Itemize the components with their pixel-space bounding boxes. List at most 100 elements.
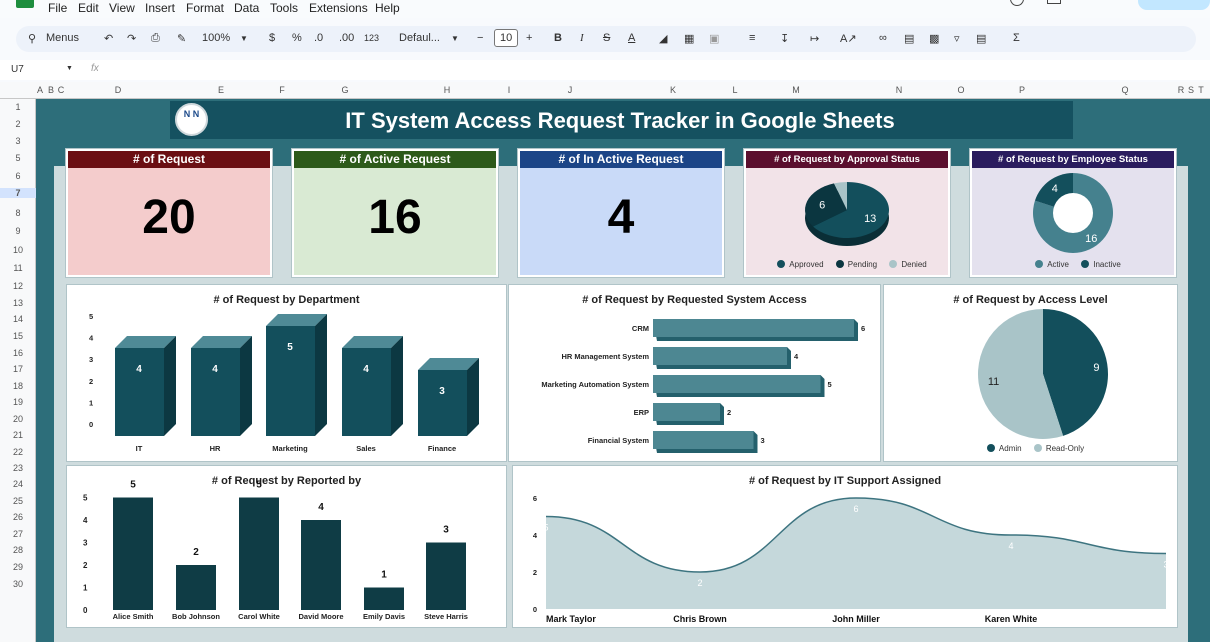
row-number[interactable]: 28 xyxy=(0,545,36,555)
insert-link-icon[interactable]: ∞ xyxy=(879,32,887,44)
horizontal-align-icon[interactable]: ≡ xyxy=(749,32,755,44)
cell-reference[interactable]: U7 xyxy=(11,64,24,75)
column-s[interactable]: S xyxy=(1188,85,1194,95)
menu-edit[interactable]: Edit xyxy=(78,1,99,15)
row-number[interactable]: 15 xyxy=(0,331,36,341)
text-color-icon[interactable]: A xyxy=(628,32,635,44)
menu-tools[interactable]: Tools xyxy=(270,1,298,15)
redo-icon[interactable]: ↷ xyxy=(127,32,136,45)
menu-data[interactable]: Data xyxy=(234,1,259,15)
row-number[interactable]: 27 xyxy=(0,529,36,539)
borders-icon[interactable]: ▦ xyxy=(684,32,694,45)
italic-icon[interactable]: I xyxy=(580,32,584,44)
column-d[interactable]: D xyxy=(115,85,122,95)
increase-font-size-button[interactable]: + xyxy=(526,32,532,44)
column-b[interactable]: B xyxy=(48,85,54,95)
column-m[interactable]: M xyxy=(792,85,800,95)
insert-comment-icon[interactable]: ▤ xyxy=(904,32,914,45)
decrease-decimal-button[interactable]: .0 xyxy=(314,32,323,44)
row-number[interactable]: 26 xyxy=(0,512,36,522)
row-number[interactable]: 7 xyxy=(0,188,36,198)
paint-format-icon[interactable]: ✎ xyxy=(177,32,186,45)
vertical-align-icon[interactable]: ↧ xyxy=(780,32,789,45)
comment-icon[interactable] xyxy=(1047,0,1061,4)
row-number[interactable]: 22 xyxy=(0,447,36,457)
menu-file[interactable]: File xyxy=(48,1,67,15)
row-number[interactable]: 25 xyxy=(0,496,36,506)
row-number[interactable]: 16 xyxy=(0,348,36,358)
increase-decimal-button[interactable]: .00 xyxy=(339,32,354,44)
row-number[interactable]: 19 xyxy=(0,397,36,407)
merge-cells-icon[interactable]: ▣ xyxy=(709,32,719,45)
column-p[interactable]: P xyxy=(1019,85,1025,95)
row-number[interactable]: 24 xyxy=(0,479,36,489)
zoom-select[interactable]: 100% xyxy=(202,32,230,44)
column-l[interactable]: L xyxy=(732,85,737,95)
functions-icon[interactable]: Σ xyxy=(1013,32,1020,44)
row-number[interactable]: 6 xyxy=(0,171,36,181)
filter-icon[interactable]: ▿ xyxy=(954,32,960,45)
column-q[interactable]: Q xyxy=(1121,85,1128,95)
chevron-down-icon[interactable]: ▼ xyxy=(240,34,248,43)
column-o[interactable]: O xyxy=(957,85,964,95)
menu-format[interactable]: Format xyxy=(186,1,224,15)
undo-icon[interactable]: ↶ xyxy=(104,32,113,45)
text-wrap-icon[interactable]: ↦ xyxy=(810,32,819,45)
bold-icon[interactable]: B xyxy=(554,32,562,44)
row-number[interactable]: 2 xyxy=(0,119,36,129)
column-n[interactable]: N xyxy=(896,85,903,95)
row-number[interactable]: 9 xyxy=(0,226,36,236)
search-icon[interactable]: ⚲ xyxy=(28,32,36,45)
column-h[interactable]: H xyxy=(444,85,451,95)
column-r[interactable]: R xyxy=(1178,85,1185,95)
font-select[interactable]: Defaul... xyxy=(399,32,440,44)
row-number[interactable]: 8 xyxy=(0,208,36,218)
row-number[interactable]: 13 xyxy=(0,298,36,308)
more-formats-button[interactable]: 123 xyxy=(364,33,379,43)
column-g[interactable]: G xyxy=(341,85,348,95)
filter-views-icon[interactable]: ▤ xyxy=(976,32,986,45)
row-number[interactable]: 20 xyxy=(0,414,36,424)
insert-chart-icon[interactable]: ▩ xyxy=(929,32,939,45)
chevron-down-icon[interactable]: ▼ xyxy=(66,65,73,72)
area-fill xyxy=(546,498,1166,609)
column-c[interactable]: C xyxy=(58,85,65,95)
menus-search[interactable]: Menus xyxy=(46,32,79,44)
row-number[interactable]: 12 xyxy=(0,281,36,291)
chevron-down-icon[interactable]: ▼ xyxy=(451,34,459,43)
currency-button[interactable]: $ xyxy=(269,32,275,44)
column-k[interactable]: K xyxy=(670,85,676,95)
percent-button[interactable]: % xyxy=(292,32,302,44)
column-t[interactable]: T xyxy=(1198,85,1204,95)
row-number[interactable]: 23 xyxy=(0,463,36,473)
row-number[interactable]: 17 xyxy=(0,364,36,374)
share-button[interactable] xyxy=(1138,0,1210,10)
row-number[interactable]: 14 xyxy=(0,314,36,324)
column-a[interactable]: A xyxy=(37,85,43,95)
row-number[interactable]: 1 xyxy=(0,102,36,112)
row-number[interactable]: 5 xyxy=(0,153,36,163)
font-size-input[interactable]: 10 xyxy=(494,29,519,47)
column-j[interactable]: J xyxy=(568,85,573,95)
print-icon[interactable]: ⎙ xyxy=(151,32,160,45)
history-icon[interactable] xyxy=(1010,0,1024,6)
row-number[interactable]: 10 xyxy=(0,245,36,255)
fill-color-icon[interactable]: ◢ xyxy=(659,32,667,45)
row-number[interactable]: 29 xyxy=(0,562,36,572)
text-rotation-icon[interactable]: A↗ xyxy=(840,32,857,45)
row-number[interactable]: 3 xyxy=(0,136,36,146)
row-number[interactable]: 21 xyxy=(0,430,36,440)
column-f[interactable]: F xyxy=(279,85,285,95)
row-number[interactable]: 18 xyxy=(0,381,36,391)
column-e[interactable]: E xyxy=(218,85,224,95)
menu-insert[interactable]: Insert xyxy=(145,1,175,15)
menu-view[interactable]: View xyxy=(109,1,135,15)
menu-help[interactable]: Help xyxy=(375,1,400,15)
sheets-logo-icon[interactable] xyxy=(16,0,34,8)
column-i[interactable]: I xyxy=(508,85,511,95)
menu-extensions[interactable]: Extensions xyxy=(309,1,368,15)
row-number[interactable]: 30 xyxy=(0,579,36,589)
strikethrough-icon[interactable]: S xyxy=(603,32,610,44)
decrease-font-size-button[interactable]: − xyxy=(477,32,483,44)
row-number[interactable]: 11 xyxy=(0,263,36,273)
